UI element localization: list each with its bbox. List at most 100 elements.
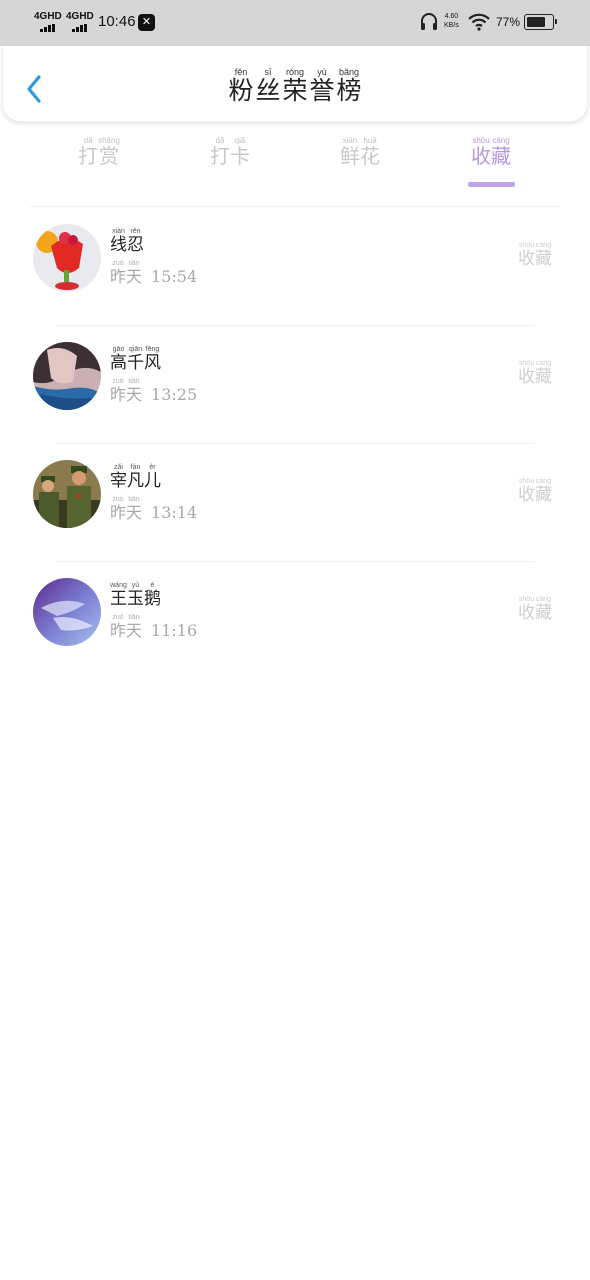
list-item[interactable]: 宰zǎi凡fán儿ér 昨zuó天tiān 13:14 收shōu藏cáng — [0, 444, 590, 562]
fan-name-glyph: 凡 — [127, 471, 144, 491]
fan-name-char: 千qiān — [127, 346, 144, 373]
tab-label-pinyin: dǎ — [210, 136, 230, 145]
fan-time: 昨zuó天tiān 13:14 — [110, 496, 197, 523]
day-label-pinyin: zuó — [110, 496, 127, 503]
fan-list: 线xiàn忍rěn 昨zuó天tiān15:54 收shōu藏cáng 高gāo… — [0, 208, 590, 680]
list-item[interactable]: 王wáng玉yù鹅é 昨zuó天tiān 11:16 收shōu藏cáng — [0, 562, 590, 680]
fan-name-glyph: 高 — [110, 353, 127, 373]
tab-label-glyph: 打 — [210, 144, 230, 168]
tab-label-char: 鲜xiān — [340, 136, 360, 168]
day-label-glyph: 天 — [126, 267, 143, 286]
title-glyph: 榜 — [336, 76, 362, 105]
fan-name: 高gāo千qiān风fēng — [110, 346, 161, 373]
time-value: 13:14 — [151, 503, 198, 522]
title-glyph: 丝 — [255, 76, 281, 105]
tab-flowers[interactable]: 鲜xiān花huā — [333, 136, 387, 188]
wifi-icon — [468, 13, 490, 31]
avatar[interactable] — [33, 578, 101, 646]
avatar-image — [33, 460, 101, 528]
day-label-glyph: 昨 — [110, 267, 127, 286]
favorite-glyph: 藏 — [535, 485, 552, 505]
tab-reward[interactable]: 打dǎ赏shǎng — [72, 136, 126, 188]
fan-name-char: 王wáng — [110, 582, 127, 609]
fan-time: 昨zuó天tiān 13:25 — [110, 378, 197, 405]
day-label-char: 天tiān — [126, 496, 142, 522]
favorite-char: 收shōu — [518, 478, 535, 505]
title-char: 榜bǎng — [336, 67, 362, 105]
tab-checkin[interactable]: 打dǎ卡qiǎ — [203, 136, 257, 188]
tab-label-char: 藏cáng — [491, 136, 511, 168]
battery-percent: 77% — [496, 15, 521, 29]
network-speed-unit: KB/s — [444, 22, 459, 29]
time-value: 11:16 — [151, 621, 198, 640]
battery-level — [527, 17, 546, 27]
favorite-pinyin: cáng — [535, 596, 552, 603]
fan-name: 宰zǎi凡fán儿ér — [110, 464, 161, 491]
tab-label-char: 赏shǎng — [98, 136, 120, 168]
title-char: 荣róng — [282, 67, 307, 105]
tab-label-glyph: 鲜 — [340, 144, 360, 168]
signal-indicator-2: 4GHD — [66, 12, 94, 22]
fan-name-pinyin: rěn — [127, 228, 144, 235]
title-pinyin: róng — [282, 67, 308, 77]
day-label-char: 昨zuó — [110, 260, 127, 286]
day-label-pinyin: zuó — [110, 614, 127, 621]
favorite-pinyin: shōu — [518, 360, 535, 367]
tab-label-pinyin: huā — [360, 136, 380, 145]
favorite-pinyin: cáng — [535, 242, 552, 249]
favorite-pinyin: shōu — [518, 242, 535, 249]
title-glyph: 誉 — [309, 76, 335, 105]
tab-label-char: 花huā — [360, 136, 380, 168]
title-char: 丝sī — [255, 67, 281, 105]
avatar[interactable] — [33, 460, 101, 528]
tab-label-char: 打dǎ — [78, 136, 98, 168]
active-tab-indicator — [468, 182, 515, 187]
fan-name-glyph: 线 — [110, 235, 127, 255]
fan-name-char: 忍rěn — [127, 228, 144, 255]
fan-name-char: 儿ér — [144, 464, 161, 491]
tab-label-char: 卡qiǎ — [230, 136, 250, 168]
signal-indicator-1: 4GHD — [34, 12, 62, 22]
day-label-char: 天tiān — [126, 614, 142, 640]
list-item[interactable]: 线xiàn忍rěn 昨zuó天tiān 15:54 收shōu藏cáng — [0, 208, 590, 326]
battery-icon — [524, 14, 557, 30]
day-label-glyph: 昨 — [110, 621, 127, 640]
avatar-image — [33, 578, 101, 646]
tab-label-pinyin: cáng — [491, 136, 511, 145]
favorite-pinyin: shōu — [518, 596, 535, 603]
favorite-pinyin: cáng — [535, 478, 552, 485]
fan-name-glyph: 王 — [110, 589, 127, 609]
favorite-pinyin: cáng — [535, 360, 552, 367]
favorite-glyph: 收 — [518, 603, 535, 623]
tab-favorite[interactable]: 收shōu藏cáng — [464, 136, 518, 188]
fan-name-glyph: 玉 — [127, 589, 144, 609]
fan-name-char: 宰zǎi — [110, 464, 127, 491]
favorite-char: 藏cáng — [535, 360, 552, 387]
fan-name-pinyin: gāo — [110, 346, 127, 353]
fan-name-glyph: 忍 — [127, 235, 144, 255]
signal-bars-icon — [72, 24, 87, 32]
fan-name-char: 高gāo — [110, 346, 127, 373]
day-label-char: 昨zuó — [110, 614, 127, 640]
tab-label-glyph: 藏 — [491, 144, 511, 168]
network-type-label: 4GHD — [66, 11, 94, 22]
day-label-pinyin: tiān — [126, 614, 143, 621]
day-label-pinyin: zuó — [110, 378, 127, 385]
favorite-glyph: 收 — [518, 485, 535, 505]
favorite-glyph: 藏 — [535, 603, 552, 623]
title-pinyin: sī — [255, 67, 281, 77]
day-label-pinyin: tiān — [126, 496, 143, 503]
list-item[interactable]: 高gāo千qiān风fēng 昨zuó天tiān 13:25 收shōu藏cáng — [0, 326, 590, 444]
fan-name-char: 鹅é — [144, 582, 161, 609]
fan-name-pinyin: wáng — [110, 582, 127, 589]
fan-name-glyph: 千 — [127, 353, 144, 373]
fan-name-pinyin: yù — [127, 582, 144, 589]
headphone-icon — [421, 13, 437, 30]
favorite-label: 收shōu藏cáng — [518, 596, 552, 623]
favorite-glyph: 收 — [518, 367, 535, 387]
avatar[interactable] — [33, 342, 101, 410]
avatar[interactable] — [33, 224, 101, 292]
signal-bars-icon — [40, 24, 55, 32]
fan-name-char: 风fēng — [144, 346, 161, 373]
tab-label-pinyin: shōu — [471, 136, 491, 145]
